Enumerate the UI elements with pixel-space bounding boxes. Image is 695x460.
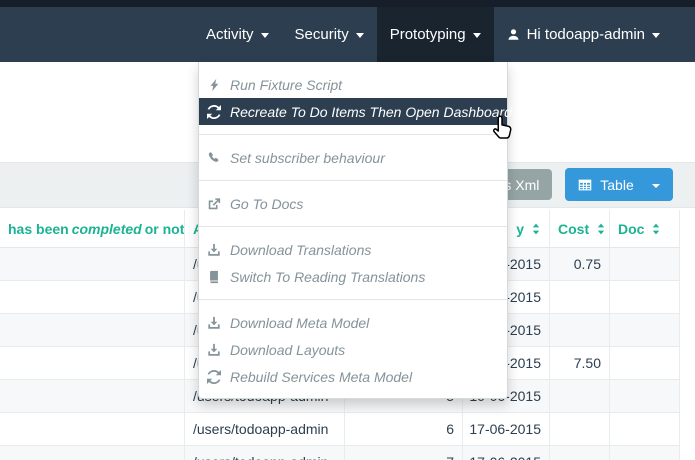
sort-icon[interactable]: [651, 223, 661, 235]
cell-completed: [0, 281, 185, 313]
table-row[interactable]: /users/todoapp-admin 6 17-06-2015: [0, 413, 680, 446]
cell-cost: [550, 281, 610, 313]
cell-doc: [610, 446, 680, 460]
menu-item-go-to-docs[interactable]: Go To Docs: [199, 190, 507, 217]
cell-doc: [610, 314, 680, 346]
menu-item-run-fixture-script[interactable]: Run Fixture Script: [199, 71, 507, 98]
menu-item-recreate-todo-items[interactable]: Recreate To Do Items Then Open Dashboard: [199, 98, 507, 125]
menu-item-download-translations[interactable]: Download Translations: [199, 236, 507, 263]
menu-item-download-layouts[interactable]: Download Layouts: [199, 336, 507, 363]
cell-cost: 7.50: [550, 347, 610, 379]
cell-doc: [610, 347, 680, 379]
app-window: Activity Security Prototyping Hi todoapp…: [0, 0, 695, 460]
cell-quantity: 6: [345, 413, 463, 445]
sort-icon[interactable]: [531, 223, 541, 235]
caret-down-icon: [473, 33, 481, 38]
caret-down-icon: [261, 33, 269, 38]
menu-divider: [199, 299, 507, 300]
cell-completed: [0, 314, 185, 346]
menu-item-set-subscriber-behaviour[interactable]: Set subscriber behaviour: [199, 144, 507, 171]
cell-path: /users/todoapp-admin: [185, 446, 345, 460]
caret-down-icon: [652, 184, 660, 188]
table-icon: [578, 178, 592, 192]
table-view-button[interactable]: Table: [565, 168, 673, 201]
download-icon: [205, 243, 222, 257]
table-view-button-label: Table: [600, 177, 633, 193]
menu-divider: [199, 134, 507, 135]
cell-completed: [0, 380, 185, 412]
window-top-strip: [0, 0, 695, 7]
cell-doc: [610, 413, 680, 445]
caret-down-icon: [356, 33, 364, 38]
menu-item-rebuild-services-meta-model[interactable]: Rebuild Services Meta Model: [199, 363, 507, 390]
menu-item-switch-to-reading-translations[interactable]: Switch To Reading Translations: [199, 263, 507, 290]
menu-divider: [199, 226, 507, 227]
nav-item-security[interactable]: Security: [282, 7, 377, 62]
column-header-doc[interactable]: Doc: [610, 210, 680, 247]
cell-cost: 0.75: [550, 248, 610, 280]
nav-item-label: Security: [295, 26, 349, 43]
nav-item-user-menu[interactable]: Hi todoapp-admin: [494, 7, 673, 62]
cell-quantity: 7: [345, 446, 463, 460]
nav-item-label: Prototyping: [390, 26, 466, 43]
download-icon: [205, 343, 222, 357]
table-row[interactable]: /users/todoapp-admin 7 17-06-2015: [0, 446, 680, 460]
refresh-icon: [205, 105, 222, 119]
bolt-icon: [205, 78, 222, 92]
cell-doc: [610, 380, 680, 412]
user-icon: [507, 28, 520, 41]
cell-completed: [0, 446, 185, 460]
download-icon: [205, 316, 222, 330]
cell-doc: [610, 281, 680, 313]
column-header-completed[interactable]: has been completed or not.: [0, 210, 185, 247]
menu-item-download-meta-model[interactable]: Download Meta Model: [199, 309, 507, 336]
nav-item-label: Activity: [206, 26, 254, 43]
cell-due-by: 17-06-2015: [463, 446, 550, 460]
refresh-icon: [205, 370, 222, 384]
external-link-icon: [205, 197, 222, 211]
phone-icon: [205, 151, 222, 165]
nav-item-prototyping[interactable]: Prototyping: [377, 7, 494, 62]
cell-cost: [550, 413, 610, 445]
cell-cost: [550, 380, 610, 412]
cell-completed: [0, 413, 185, 445]
book-icon: [205, 270, 222, 284]
sort-icon[interactable]: [596, 223, 606, 235]
cell-completed: [0, 248, 185, 280]
nav-item-label: Hi todoapp-admin: [527, 26, 645, 43]
cell-completed: [0, 347, 185, 379]
cell-cost: [550, 446, 610, 460]
top-navbar: Activity Security Prototyping Hi todoapp…: [0, 7, 695, 62]
menu-divider: [199, 180, 507, 181]
nav-item-activity[interactable]: Activity: [193, 7, 282, 62]
cell-cost: [550, 314, 610, 346]
column-header-cost[interactable]: Cost: [550, 210, 610, 247]
cell-doc: [610, 248, 680, 280]
cell-due-by: 17-06-2015: [463, 413, 550, 445]
prototyping-dropdown-menu: Run Fixture Script Recreate To Do Items …: [198, 62, 508, 399]
caret-down-icon: [652, 33, 660, 38]
cell-path: /users/todoapp-admin: [185, 413, 345, 445]
